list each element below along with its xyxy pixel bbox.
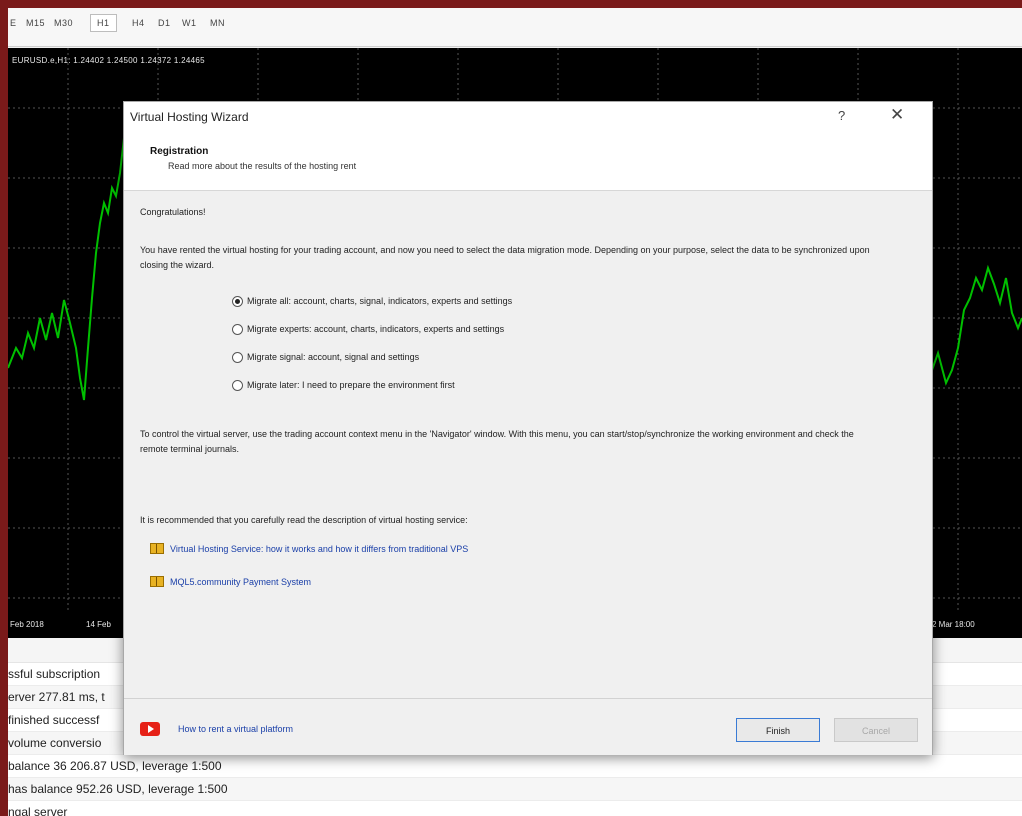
timeframe-button-mn[interactable]: MN (210, 18, 225, 28)
recommendation-text: It is recommended that you carefully rea… (140, 515, 468, 525)
wizard-header: Registration Read more about the results… (124, 132, 932, 191)
youtube-icon[interactable] (140, 722, 160, 736)
wizard-step-subtitle: Read more about the results of the hosti… (168, 161, 357, 171)
chart-symbol-label: EURUSD.e,H1: 1.24402 1.24500 1.24372 1.2… (12, 56, 205, 65)
radio-migrate-later[interactable]: Migrate later: I need to prepare the env… (232, 377, 455, 393)
book-icon (150, 543, 164, 554)
dialog-title: Virtual Hosting Wizard (130, 110, 249, 124)
timeframe-toolbar: E M15 M30 H1 H4 D1 W1 MN (8, 8, 1022, 47)
help-button[interactable]: ? (838, 108, 845, 123)
timeframe-button-h4[interactable]: H4 (132, 18, 145, 28)
finish-button[interactable]: Finish (736, 718, 820, 742)
wizard-footer: How to rent a virtual platform Finish Ca… (124, 698, 932, 755)
radio-migrate-all[interactable]: Migrate all: account, charts, signal, in… (232, 293, 512, 309)
journal-row[interactable]: has balance 952.26 USD, leverage 1:500 (8, 778, 1022, 801)
link-payment-system[interactable]: MQL5.community Payment System (150, 576, 311, 587)
radio-label: Migrate all: account, charts, signal, in… (247, 296, 513, 306)
virtual-hosting-wizard-dialog: Virtual Hosting Wizard ? ✕ Registration … (123, 101, 933, 755)
timeframe-button-m30[interactable]: M30 (54, 18, 73, 28)
timeframe-button-d1[interactable]: D1 (158, 18, 171, 28)
radio-unselected-icon (232, 351, 243, 363)
timeframe-button-m15[interactable]: M15 (26, 18, 45, 28)
cancel-button[interactable]: Cancel (834, 718, 918, 742)
timeframe-button-w1[interactable]: W1 (182, 18, 197, 28)
control-info-text: To control the virtual server, use the t… (140, 429, 854, 454)
close-icon[interactable]: ✕ (890, 105, 904, 125)
chart-date-label: 2 Mar 18:00 (932, 620, 975, 629)
radio-migrate-experts[interactable]: Migrate experts: account, charts, indica… (232, 321, 504, 337)
timeframe-button[interactable]: E (10, 18, 17, 28)
congratulations-text: Congratulations! (140, 207, 206, 217)
journal-row[interactable]: ngal server (8, 801, 1022, 816)
journal-row[interactable]: balance 36 206.87 USD, leverage 1:500 (8, 755, 1022, 778)
radio-unselected-icon (232, 323, 243, 335)
chart-date-label: 14 Feb (86, 620, 111, 629)
radio-label: Migrate later: I need to prepare the env… (247, 380, 455, 390)
radio-label: Migrate experts: account, charts, indica… (247, 324, 505, 334)
link-text: Virtual Hosting Service: how it works an… (170, 543, 469, 554)
radio-migrate-signal[interactable]: Migrate signal: account, signal and sett… (232, 349, 419, 365)
price-line-left (8, 127, 127, 401)
timeframe-button-h1[interactable]: H1 (90, 14, 117, 32)
radio-unselected-icon (232, 379, 243, 391)
chart-date-label: Feb 2018 (10, 620, 44, 629)
dialog-titlebar[interactable]: Virtual Hosting Wizard ? ✕ (124, 102, 932, 132)
radio-selected-icon (232, 295, 243, 307)
radio-label: Migrate signal: account, signal and sett… (247, 352, 420, 362)
wizard-step-title: Registration (150, 146, 209, 157)
price-line-right (930, 264, 1022, 386)
video-link[interactable]: How to rent a virtual platform (178, 724, 293, 734)
link-text: MQL5.community Payment System (170, 576, 312, 587)
link-virtual-hosting-service[interactable]: Virtual Hosting Service: how it works an… (150, 543, 468, 554)
book-icon (150, 576, 164, 587)
intro-text: You have rented the virtual hosting for … (140, 245, 870, 270)
